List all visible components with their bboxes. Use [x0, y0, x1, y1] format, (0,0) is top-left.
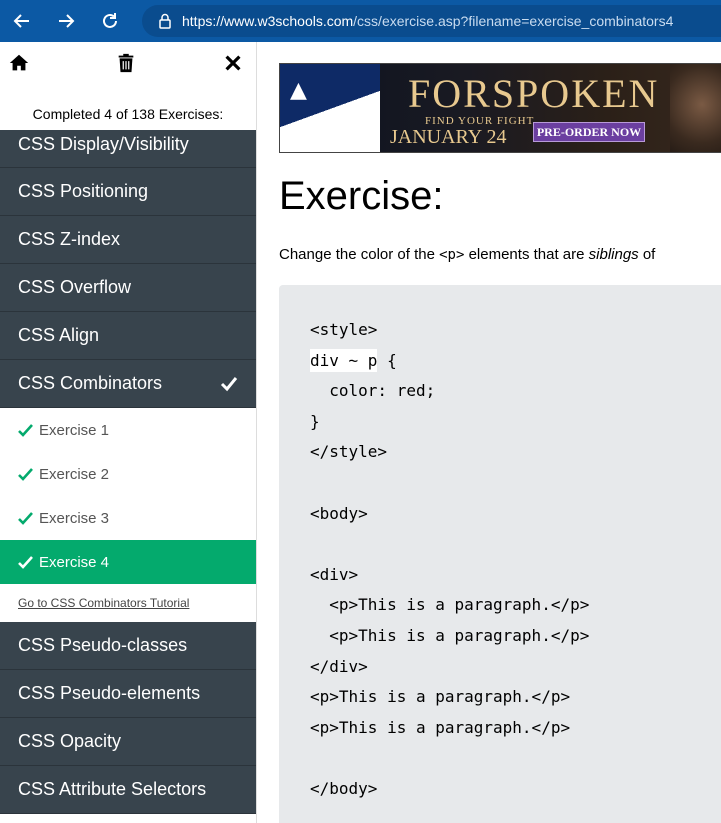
ad-preorder-button[interactable]: PRE-ORDER NOW: [533, 122, 645, 142]
sidebar-item-label: CSS Display/Visibility: [18, 134, 189, 154]
code-line: div ~ p {: [310, 348, 397, 372]
main-content: ▲ FORSPOKEN FIND YOUR FIGHT JANUARY 24 P…: [257, 42, 721, 823]
exercise-item-3[interactable]: Exercise 3: [0, 496, 256, 540]
sidebar-item-combinators[interactable]: CSS Combinators: [0, 360, 256, 408]
sidebar-toolbar: [0, 42, 256, 88]
sidebar-item-label: CSS Positioning: [18, 181, 149, 201]
checkmark-icon: [18, 423, 33, 437]
exercise-sidebar: Completed 4 of 138 Exercises: CSS Displa…: [0, 42, 257, 823]
url-host: https://www.w3schools.com: [182, 13, 354, 29]
sidebar-item-opacity[interactable]: CSS Opacity: [0, 718, 256, 766]
playstation-logo-panel: ▲: [280, 64, 380, 152]
back-button[interactable]: [0, 0, 44, 42]
exercise-item-4[interactable]: Exercise 4: [0, 540, 256, 584]
ad-character-image: [670, 64, 721, 152]
sidebar-item-label: CSS Pseudo-elements: [18, 683, 201, 703]
home-icon: [9, 54, 29, 71]
code-line: <p>This is a paragraph.</p>: [310, 595, 590, 615]
tutorial-link[interactable]: Go to CSS Combinators Tutorial: [0, 584, 256, 622]
page-title: Exercise:: [279, 174, 444, 218]
address-bar[interactable]: https://www.w3schools.com/css/exercise.a…: [142, 5, 721, 37]
exercise-description: Change the color of the <p> elements tha…: [279, 246, 655, 263]
lock-icon: [159, 13, 171, 29]
desc-emphasis: siblings: [588, 246, 639, 263]
code-line: <style>: [310, 320, 378, 339]
sidebar-item-label: CSS Align: [18, 325, 100, 345]
sidebar-item-display-visibility[interactable]: CSS Display/Visibility: [0, 130, 256, 168]
advertisement-banner[interactable]: ▲ FORSPOKEN FIND YOUR FIGHT JANUARY 24 P…: [279, 63, 721, 153]
code-line: </style>: [310, 442, 388, 462]
sidebar-item-attribute-selectors[interactable]: CSS Attribute Selectors: [0, 766, 256, 814]
close-sidebar-button[interactable]: [222, 52, 244, 78]
desc-text: Change the color of the: [279, 246, 440, 263]
code-line: </body>: [310, 778, 378, 798]
sidebar-item-positioning[interactable]: CSS Positioning: [0, 168, 256, 216]
sidebar-item-label: CSS Combinators: [18, 373, 163, 393]
exercise-label: Exercise 3: [39, 509, 110, 527]
checkmark-icon: [220, 376, 238, 391]
code-line: <div>: [310, 564, 359, 584]
sidebar-item-pseudo-classes[interactable]: CSS Pseudo-classes: [0, 622, 256, 670]
checkmark-icon: [18, 467, 33, 481]
desc-text: elements that are: [464, 246, 589, 263]
desc-text: of: [638, 246, 656, 263]
sidebar-item-label: CSS Attribute Selectors: [18, 779, 207, 799]
home-button[interactable]: [8, 52, 30, 78]
refresh-icon: [103, 13, 117, 28]
sidebar-item-align[interactable]: CSS Align: [0, 312, 256, 360]
back-icon: [13, 14, 29, 28]
exercise-label: Exercise 4: [39, 553, 110, 571]
close-icon: [225, 55, 241, 71]
code-line: <p>This is a paragraph.</p>: [310, 625, 590, 645]
trash-icon: [118, 53, 134, 73]
sidebar-item-label: CSS Opacity: [18, 731, 122, 751]
forward-button[interactable]: [44, 0, 88, 42]
url-path: /css/exercise.asp?filename=exercise_comb…: [353, 13, 674, 29]
sidebar-item-label: CSS Overflow: [18, 277, 132, 297]
ad-date: JANUARY 24: [390, 126, 507, 148]
forward-icon: [59, 14, 75, 28]
reset-button[interactable]: [115, 52, 137, 78]
code-line: <p>This is a paragraph.</p>: [310, 717, 571, 737]
exercise-label: Exercise 2: [39, 465, 110, 483]
sidebar-item-z-index[interactable]: CSS Z-index: [0, 216, 256, 264]
refresh-button[interactable]: [88, 0, 132, 42]
desc-code: <p>: [439, 247, 465, 263]
checkmark-icon: [18, 555, 33, 569]
sidebar-item-pseudo-elements[interactable]: CSS Pseudo-elements: [0, 670, 256, 718]
code-line: color: red;: [310, 381, 436, 401]
code-editor: <style> div ~ p { color: red;} </style> <bo…: [279, 285, 721, 823]
sidebar-item-overflow[interactable]: CSS Overflow: [0, 264, 256, 312]
playstation-icon: ▲: [290, 78, 307, 103]
checkmark-icon: [18, 511, 33, 525]
code-line: }: [310, 411, 320, 431]
code-line: <body>: [310, 503, 368, 523]
code-line: </div>: [310, 656, 368, 676]
exercise-item-2[interactable]: Exercise 2: [0, 452, 256, 496]
exercise-label: Exercise 1: [39, 421, 110, 439]
ad-title: FORSPOKEN: [408, 71, 660, 116]
sidebar-item-label: CSS Pseudo-classes: [18, 635, 188, 655]
browser-toolbar: https://www.w3schools.com/css/exercise.a…: [0, 0, 721, 42]
exercise-item-1[interactable]: Exercise 1: [0, 408, 256, 452]
code-line: <p>This is a paragraph.</p>: [310, 687, 571, 707]
answer-input[interactable]: div ~ p: [310, 348, 378, 372]
sidebar-item-label: CSS Z-index: [18, 229, 121, 249]
code-block: <style> div ~ p { color: red;} </style> <bo…: [310, 315, 589, 805]
